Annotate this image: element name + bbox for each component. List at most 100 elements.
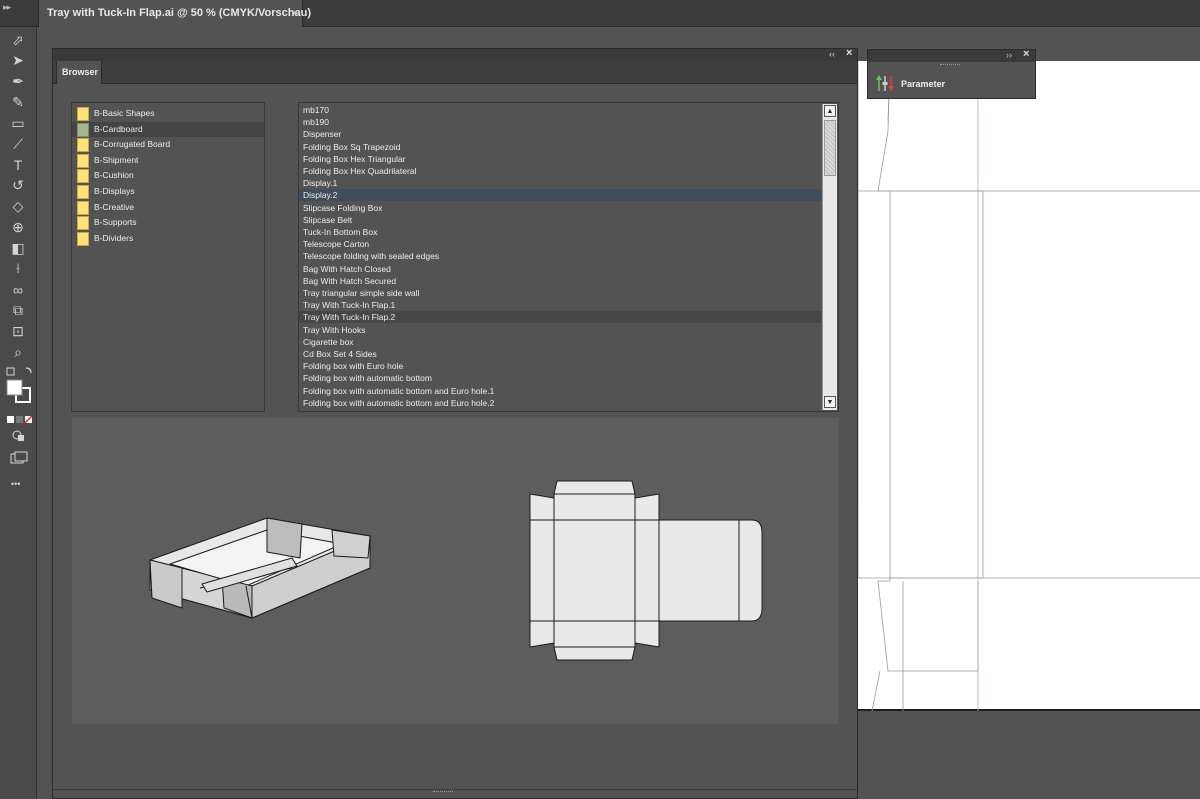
close-browser-panel-icon[interactable]: × bbox=[846, 47, 852, 59]
paintbrush-icon[interactable]: ⟋ bbox=[6, 135, 30, 153]
template-label: Display.2 bbox=[303, 190, 338, 201]
type-tool-icon[interactable]: T bbox=[6, 156, 30, 174]
scrollbar-thumb[interactable] bbox=[824, 120, 836, 176]
template-item[interactable]: Dispenser bbox=[299, 128, 821, 140]
selection-arrow-icon[interactable]: ⬀ bbox=[6, 31, 30, 49]
swap-colors-icon[interactable] bbox=[6, 367, 15, 376]
template-item[interactable]: Tray triangular simple side wall bbox=[299, 287, 821, 299]
template-item[interactable]: Tray With Tuck-In Flap.1 bbox=[299, 299, 821, 311]
template-label: Folding Box Hex Triangular bbox=[303, 153, 406, 164]
parameter-panel-title: Parameter bbox=[901, 79, 946, 89]
category-item[interactable]: B-Displays bbox=[72, 184, 264, 199]
category-label: B-Cushion bbox=[94, 170, 134, 181]
template-item[interactable]: Folding box with automatic bottom and Eu… bbox=[299, 385, 821, 397]
screen-mode-icon[interactable] bbox=[10, 451, 28, 465]
template-label: Tray With Hooks bbox=[303, 324, 366, 335]
curvature-tool-icon[interactable]: ✎ bbox=[6, 93, 30, 111]
category-item[interactable]: B-Cardboard bbox=[72, 121, 264, 137]
category-item[interactable]: B-Shipment bbox=[72, 153, 264, 168]
folder-icon bbox=[77, 153, 89, 168]
template-list-scrollbar[interactable]: ▲ ▼ bbox=[822, 104, 837, 410]
category-label: B-Basic Shapes bbox=[94, 108, 155, 118]
template-label: Tray triangular simple side wall bbox=[303, 288, 420, 298]
category-item[interactable]: B-Basic Shapes bbox=[72, 106, 264, 121]
color-mode-buttons[interactable] bbox=[7, 415, 33, 425]
parameter-sliders-icon[interactable] bbox=[876, 74, 896, 92]
template-item[interactable]: Cd Box Set 4 Sides bbox=[299, 348, 821, 360]
fill-color-swatch[interactable] bbox=[6, 379, 23, 396]
pen-tool-icon[interactable]: ✒ bbox=[6, 73, 30, 91]
shape-builder-icon[interactable]: ⊕ bbox=[6, 218, 30, 236]
template-item[interactable]: Folding Box Hex Quadrilateral bbox=[299, 165, 821, 177]
template-item[interactable]: Cigarette box bbox=[299, 336, 821, 348]
fill-stroke-swatch[interactable] bbox=[4, 364, 34, 406]
template-item[interactable]: Telescope Carton bbox=[299, 238, 821, 250]
close-document-icon[interactable]: × bbox=[291, 6, 298, 20]
template-label: Folding box with automatic bottom and Eu… bbox=[303, 397, 495, 408]
folder-icon bbox=[77, 216, 89, 231]
template-item[interactable]: Folding box with automatic bottom and Eu… bbox=[299, 397, 821, 409]
artboard-canvas[interactable] bbox=[858, 61, 1200, 711]
template-item[interactable]: Telescope folding with sealed edges bbox=[299, 250, 821, 262]
template-label: Bag With Hatch Secured bbox=[303, 275, 397, 286]
tools-panel: ⬀ ➤ ✒ ✎ ▭ ⟋ T ↺ ◇ ⊕ ◧ ⟊ ∞ ⧉ ⊡ ⌕ ••• bbox=[0, 27, 37, 799]
rotate-tool-icon[interactable]: ↺ bbox=[6, 177, 30, 195]
template-item[interactable]: Slipcase Folding Box bbox=[299, 202, 821, 214]
template-item[interactable]: Folding box with automatic bottom bbox=[299, 372, 821, 384]
folder-icon bbox=[77, 185, 89, 199]
template-label: Tray With Tuck-In Flap.2 bbox=[303, 312, 396, 323]
template-item[interactable]: mb170 bbox=[299, 104, 821, 116]
template-item[interactable]: Folding box with Euro hole bbox=[299, 360, 821, 372]
template-item[interactable]: Slipcase Belt bbox=[299, 214, 821, 226]
blend-tool-icon[interactable]: ∞ bbox=[6, 281, 30, 299]
tab-browser[interactable]: Browser bbox=[56, 61, 102, 84]
template-item[interactable]: Folding Box Hex Triangular bbox=[299, 153, 821, 165]
template-item[interactable]: Display.2 bbox=[299, 189, 821, 202]
close-parameter-panel-icon[interactable]: × bbox=[1023, 48, 1029, 60]
folder-icon bbox=[77, 231, 89, 246]
scroll-down-button[interactable]: ▼ bbox=[824, 396, 836, 408]
eraser-icon[interactable]: ◇ bbox=[6, 197, 30, 215]
category-label: B-Dividers bbox=[94, 232, 134, 243]
panel-grip[interactable] bbox=[940, 64, 960, 66]
template-item[interactable]: Tray With Tuck-In Flap.2 bbox=[299, 311, 821, 324]
template-label: Folding Box Sq Trapezoid bbox=[303, 141, 401, 152]
drawing-mode-icon[interactable] bbox=[12, 430, 26, 442]
zoom-icon[interactable]: ⌕ bbox=[6, 343, 30, 361]
template-item[interactable]: Display.1 bbox=[299, 177, 821, 189]
template-item[interactable]: mb190 bbox=[299, 116, 821, 128]
panel-collapse-icon[interactable]: ▸▸ bbox=[3, 2, 11, 13]
template-item[interactable]: Bag With Hatch Closed bbox=[299, 263, 821, 275]
browser-panel: ‹‹ × Browser B-Basic Shapes B-Cardboard B-… bbox=[52, 47, 858, 799]
scroll-up-button[interactable]: ▲ bbox=[824, 105, 836, 117]
document-tab[interactable]: Tray with Tuck-In Flap.ai @ 50 % (CMYK/V… bbox=[38, 0, 311, 27]
gradient-icon[interactable]: ◧ bbox=[6, 239, 30, 257]
symbol-sprayer-icon[interactable]: ⧉ bbox=[6, 301, 30, 319]
artboard-tool-icon[interactable]: ⊡ bbox=[6, 322, 30, 340]
more-tools-icon[interactable]: ••• bbox=[11, 479, 20, 489]
resize-grip[interactable] bbox=[433, 791, 453, 795]
category-item[interactable]: B-Creative bbox=[72, 200, 264, 215]
folder-icon bbox=[77, 122, 89, 137]
direct-selection-icon[interactable]: ➤ bbox=[6, 52, 30, 70]
browser-panel-header: ‹‹ × bbox=[53, 47, 857, 61]
category-item[interactable]: B-Corrugated Board bbox=[72, 137, 264, 153]
rectangle-tool-icon[interactable]: ▭ bbox=[6, 114, 30, 132]
template-item[interactable]: Tray With Hooks bbox=[299, 324, 821, 336]
template-label: Slipcase Folding Box bbox=[303, 202, 383, 213]
category-list[interactable]: B-Basic Shapes B-Cardboard B-Corrugated Bo… bbox=[71, 102, 265, 412]
category-item[interactable]: B-Cushion bbox=[72, 168, 264, 184]
expand-panel-icon[interactable]: ›› bbox=[1006, 50, 1012, 60]
eyedropper-icon[interactable]: ⟊ bbox=[6, 260, 30, 278]
template-list[interactable]: mb170 mb190 Dispenser Folding Box Sq Trapez… bbox=[298, 102, 839, 412]
template-item[interactable]: Tuck-In Bottom Box bbox=[299, 226, 821, 238]
template-label: Cd Box Set 4 Sides bbox=[303, 349, 377, 359]
category-item[interactable]: B-Supports bbox=[72, 215, 264, 231]
template-label: Telescope folding with sealed edges bbox=[303, 251, 440, 262]
collapse-panel-icon[interactable]: ‹‹ bbox=[829, 49, 835, 59]
template-item[interactable]: Folding Box Sq Trapezoid bbox=[299, 141, 821, 153]
template-label: Bag With Hatch Closed bbox=[303, 263, 391, 274]
category-item[interactable]: B-Dividers bbox=[72, 231, 264, 246]
template-item[interactable]: Bag With Hatch Secured bbox=[299, 275, 821, 287]
reset-colors-icon[interactable] bbox=[25, 367, 32, 374]
